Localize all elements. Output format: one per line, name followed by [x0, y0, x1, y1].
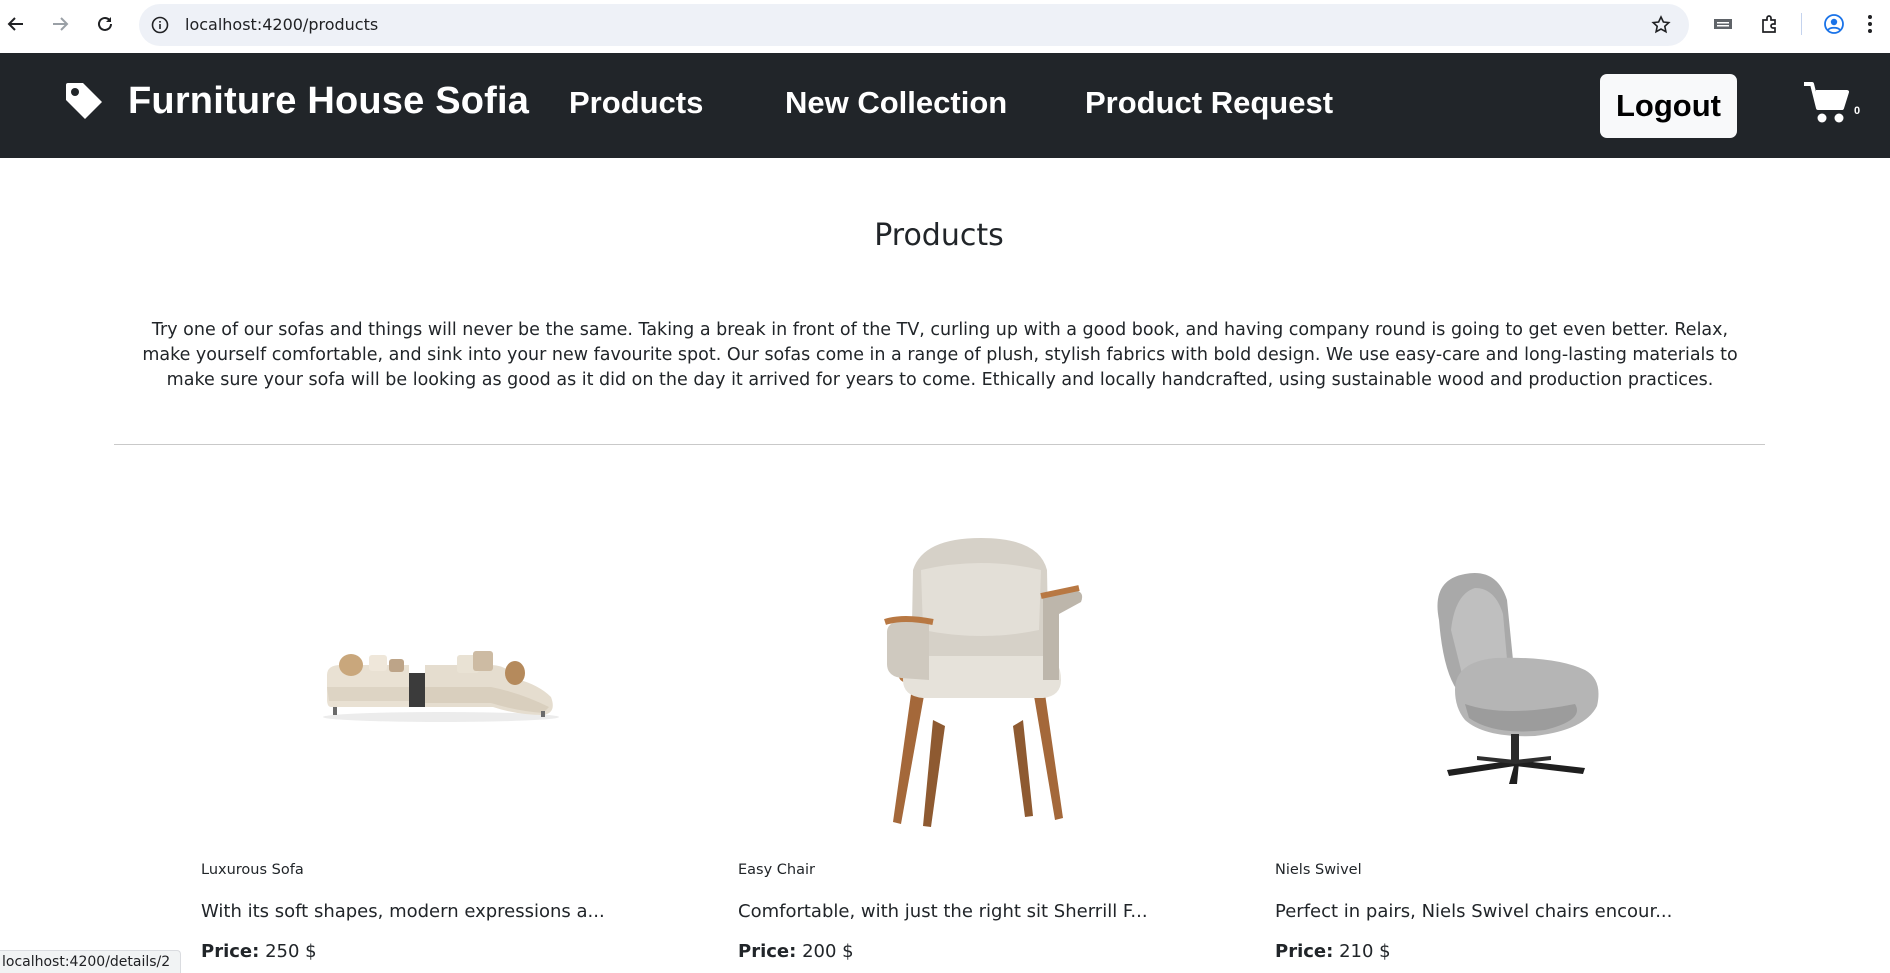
product-card-easy-chair[interactable]: Easy Chair Comfortable, with just the ri…	[738, 520, 1218, 973]
link-status-bar: localhost:4200/details/2	[0, 950, 182, 973]
price-label: Price:	[738, 941, 797, 962]
product-name[interactable]: Niels Swivel	[1275, 862, 1362, 878]
forward-icon[interactable]	[46, 10, 74, 38]
product-price: Price: 210 $	[1275, 941, 1391, 962]
sofa-image[interactable]	[201, 520, 681, 840]
reload-icon[interactable]	[91, 10, 119, 38]
swivel-chair-image[interactable]	[1275, 520, 1755, 840]
product-name[interactable]: Luxurous Sofa	[201, 862, 304, 878]
extensions-puzzle-icon[interactable]	[1758, 12, 1782, 36]
easy-chair-image[interactable]	[738, 520, 1218, 840]
extension-icon[interactable]	[1711, 12, 1735, 36]
toolbar-separator	[1801, 13, 1802, 35]
profile-icon[interactable]	[1822, 12, 1846, 36]
site-info-icon[interactable]	[149, 14, 171, 36]
browser-toolbar: localhost:4200/products	[0, 0, 1890, 53]
product-description: Perfect in pairs, Niels Swivel chairs en…	[1275, 901, 1673, 922]
cart-icon[interactable]	[1802, 80, 1852, 130]
back-icon[interactable]	[2, 10, 30, 38]
page-title: Products	[874, 218, 1004, 253]
product-name[interactable]: Easy Chair	[738, 862, 815, 878]
product-card-niels-swivel[interactable]: Niels Swivel Perfect in pairs, Niels Swi…	[1275, 520, 1755, 973]
tag-icon	[62, 79, 106, 123]
price-label: Price:	[1275, 941, 1334, 962]
product-description: With its soft shapes, modern expressions…	[201, 901, 605, 922]
nav-product-request[interactable]: Product Request	[1085, 85, 1333, 121]
address-bar[interactable]: localhost:4200/products	[139, 4, 1689, 46]
url-text[interactable]: localhost:4200/products	[185, 15, 378, 34]
price-value: 250 $	[265, 941, 317, 962]
product-description: Comfortable, with just the right sit She…	[738, 901, 1148, 922]
cart-count-badge: 0	[1854, 105, 1861, 117]
price-value: 200 $	[802, 941, 854, 962]
nav-new-collection[interactable]: New Collection	[785, 85, 1007, 121]
brand[interactable]: Furniture House Sofia	[62, 79, 529, 123]
brand-title: Furniture House Sofia	[128, 79, 530, 122]
divider	[114, 444, 1765, 445]
nav-products[interactable]: Products	[569, 85, 703, 121]
site-navbar: Furniture House Sofia Products New Colle…	[0, 53, 1890, 158]
logout-button[interactable]: Logout	[1600, 74, 1737, 138]
price-value: 210 $	[1339, 941, 1391, 962]
browser-menu-icon[interactable]	[1858, 12, 1882, 36]
product-price: Price: 250 $	[201, 941, 317, 962]
product-price: Price: 200 $	[738, 941, 854, 962]
product-card-luxurous-sofa[interactable]: Luxurous Sofa With its soft shapes, mode…	[201, 520, 681, 973]
bookmark-star-icon[interactable]	[1649, 13, 1673, 37]
price-label: Price:	[201, 941, 260, 962]
intro-text: Try one of our sofas and things will nev…	[142, 320, 1738, 390]
